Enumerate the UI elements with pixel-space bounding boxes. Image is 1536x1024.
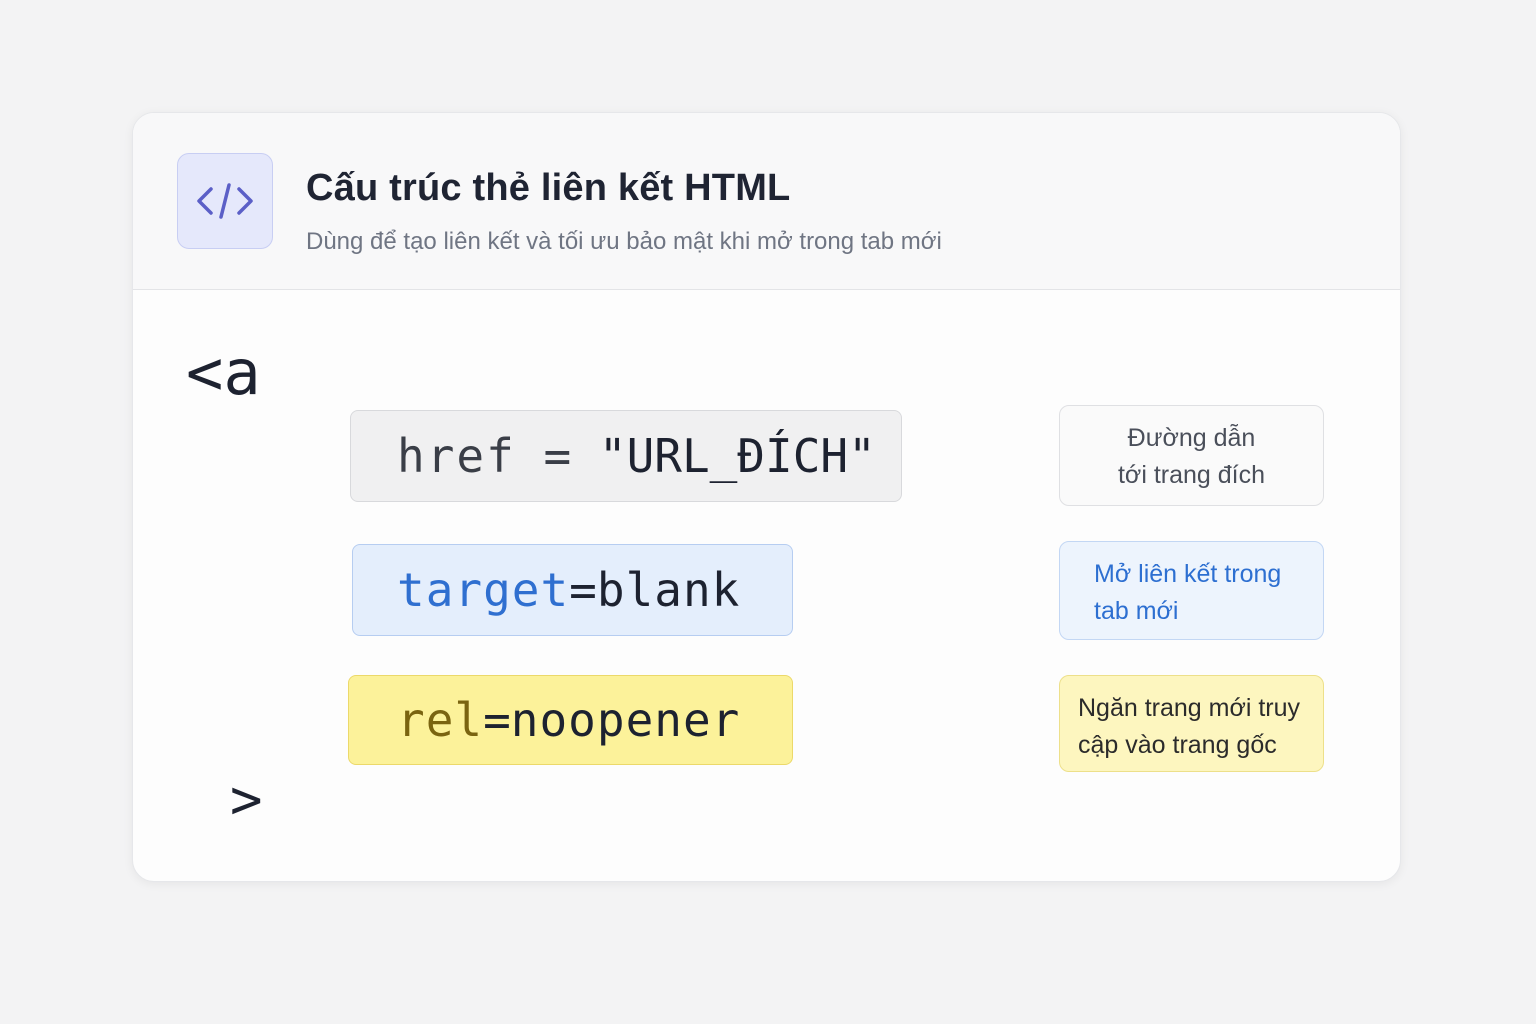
page-subtitle: Dùng để tạo liên kết và tối ưu bảo mật k… [306, 228, 942, 255]
attribute-separator: = [483, 693, 511, 747]
note-line: Đường dẫn [1127, 424, 1256, 452]
attribute-value: blank [596, 563, 741, 617]
note-target: Mở liên kết trong tab mới [1059, 541, 1324, 640]
attribute-name: target [397, 563, 570, 617]
attribute-name: href [397, 429, 516, 483]
code-brackets-glyph [197, 183, 253, 219]
attribute-separator: = [569, 563, 597, 617]
note-line: Mở liên kết trong [1094, 560, 1282, 588]
note-line: Ngăn trang mới truy [1078, 694, 1301, 722]
attribute-value: noopener [510, 693, 741, 747]
note-line: tới trang đích [1117, 461, 1266, 489]
attribute-separator: = [515, 429, 599, 483]
attribute-href: href = "URL_ĐÍCH" [350, 410, 902, 502]
card-header: Cấu trúc thẻ liên kết HTML Dùng để tạo l… [133, 113, 1400, 290]
note-line: cập vào trang gốc [1078, 731, 1277, 759]
attribute-value: "URL_ĐÍCH" [598, 429, 876, 483]
attribute-name: rel [397, 693, 484, 747]
attribute-target: target = blank [352, 544, 793, 636]
tag-open: <a [186, 336, 261, 409]
page-title: Cấu trúc thẻ liên kết HTML [306, 167, 791, 209]
note-rel: Ngăn trang mới truy cập vào trang gốc [1059, 675, 1324, 772]
tag-close: > [230, 768, 263, 831]
note-line: tab mới [1094, 597, 1179, 625]
attribute-rel: rel = noopener [348, 675, 793, 765]
code-brackets-icon [177, 153, 273, 249]
note-href: Đường dẫn tới trang đích [1059, 405, 1324, 506]
